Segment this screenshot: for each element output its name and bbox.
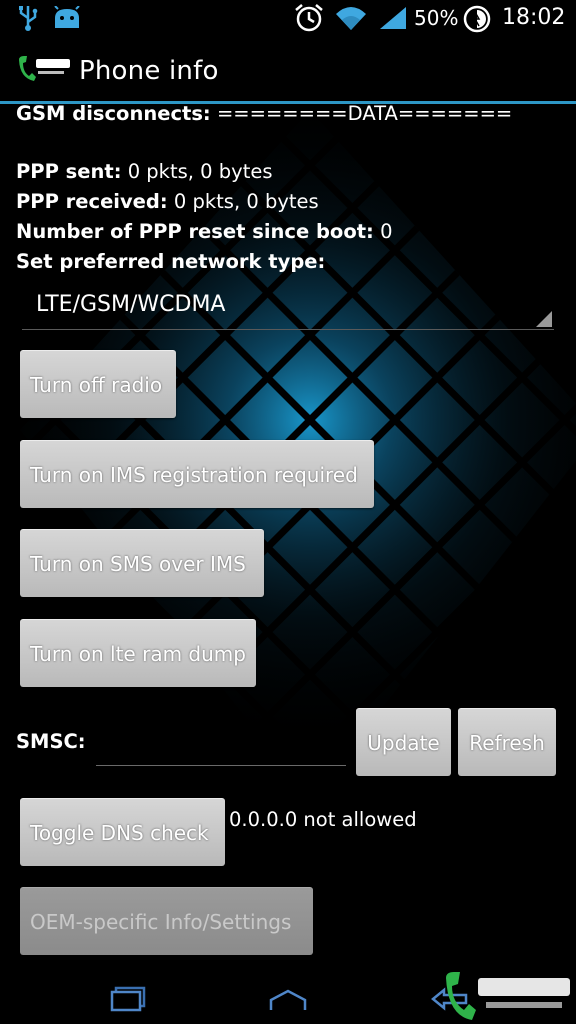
ppp-received-row: PPP received: 0 pkts, 0 bytes: [16, 190, 319, 214]
phone-info-content[interactable]: GSM disconnects: ========DATA======= PPP…: [0, 104, 576, 968]
ppp-reset-value: 0: [380, 220, 393, 243]
signal-icon: [380, 7, 406, 29]
ppp-received-value: 0 pkts, 0 bytes: [173, 190, 319, 213]
update-button[interactable]: Update: [356, 708, 451, 776]
lte-ram-dump-button[interactable]: Turn on lte ram dump: [20, 619, 256, 687]
ppp-sent-value: 0 pkts, 0 bytes: [127, 160, 273, 183]
preferred-network-label-text: Set preferred network type:: [16, 250, 326, 273]
ppp-sent-label: PPP sent:: [16, 160, 122, 183]
ppp-reset-label: Number of PPP reset since boot:: [16, 220, 374, 243]
refresh-button[interactable]: Refresh: [458, 708, 556, 776]
clock: 18:02: [502, 5, 566, 30]
ppp-reset-row: Number of PPP reset since boot: 0: [16, 220, 392, 244]
network-type-value: LTE/GSM/WCDMA: [36, 292, 226, 317]
turn-off-radio-button[interactable]: Turn off radio: [20, 350, 176, 418]
status-bar: 50% 18:02: [0, 0, 576, 38]
action-bar: Phone info: [0, 38, 576, 104]
alarm-icon: [295, 4, 323, 32]
wifi-icon: [336, 7, 366, 30]
android-debug-icon: [54, 6, 80, 28]
usb-icon: [19, 6, 38, 31]
recent-apps-icon[interactable]: [110, 986, 146, 1012]
app-logo-icon: [19, 56, 70, 81]
network-type-spinner[interactable]: LTE/GSM/WCDMA: [22, 282, 554, 330]
ims-registration-button[interactable]: Turn on IMS registration required: [20, 440, 374, 508]
toggle-dns-check-button[interactable]: Toggle DNS check: [20, 798, 225, 866]
home-icon[interactable]: [268, 988, 308, 1012]
ppp-sent-row: PPP sent: 0 pkts, 0 bytes: [16, 160, 273, 184]
smsc-label: SMSC:: [16, 730, 86, 753]
dns-status: 0.0.0.0 not allowed: [229, 808, 417, 831]
gsm-disconnects-value: ========DATA=======: [216, 104, 513, 125]
smsc-input[interactable]: [96, 714, 346, 766]
oem-info-button[interactable]: OEM-specific Info/Settings: [20, 887, 313, 955]
preferred-network-label: Set preferred network type:: [16, 250, 325, 274]
navigation-bar: [0, 968, 576, 1024]
sms-over-ims-button[interactable]: Turn on SMS over IMS: [20, 529, 264, 597]
gsm-disconnects-label: GSM disconnects:: [16, 104, 211, 125]
ppp-received-label: PPP received:: [16, 190, 168, 213]
page-title: Phone info: [79, 56, 219, 86]
watermark-logo-icon: [446, 972, 570, 1020]
battery-percent: 50%: [414, 6, 459, 30]
dropdown-arrow-icon: [536, 311, 552, 327]
battery-icon: [463, 5, 491, 33]
gsm-disconnects-row: GSM disconnects: ========DATA=======: [16, 104, 512, 126]
